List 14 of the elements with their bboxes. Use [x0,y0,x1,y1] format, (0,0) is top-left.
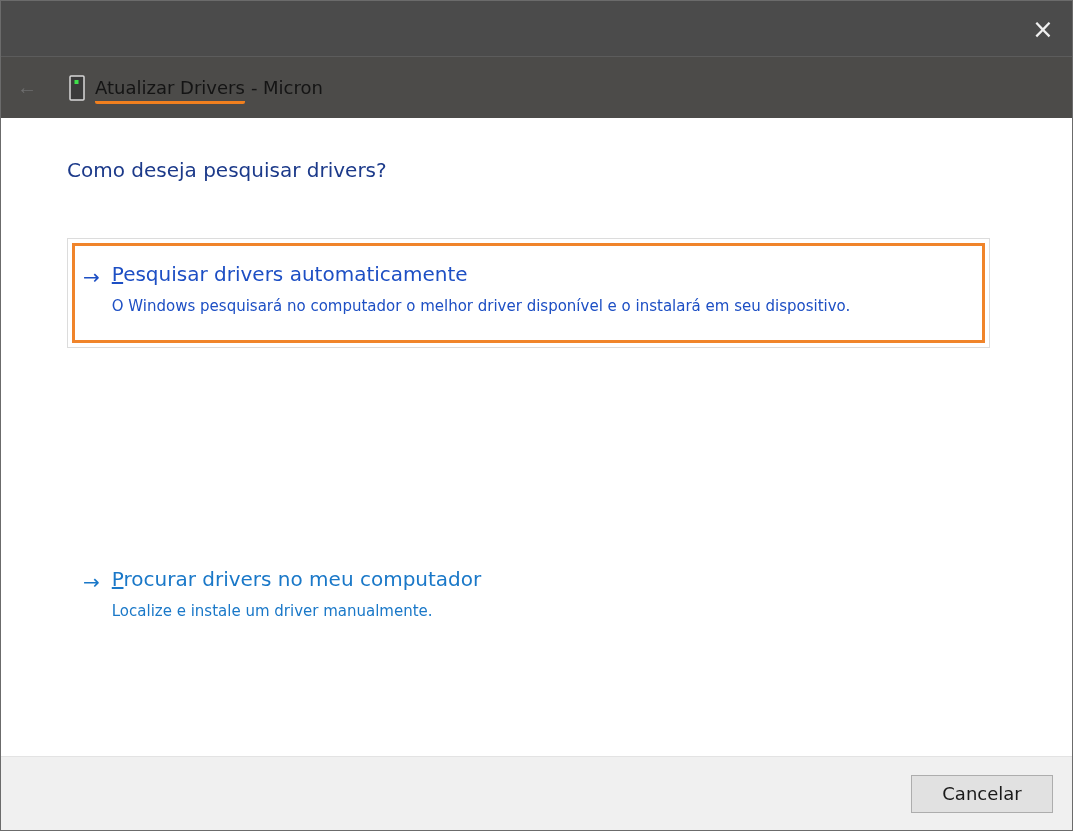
option-title: Procurar drivers no meu computador [111,567,482,591]
option-description: Localize e instale um driver manualmente. [111,601,434,622]
option-title: Pesquisar drivers automaticamente [111,262,469,286]
device-name: - Micron [250,77,323,98]
window-title: Atualizar Drivers [95,77,245,104]
search-option[interactable]: → Pesquisar drivers automaticamente O Windows pesquisará no computador o melhor driver disponível e o instalará em seu dispositivo. [72,243,985,343]
arrow-icon: → [83,567,100,625]
arrow-icon: → [83,262,100,320]
close-button[interactable]: × [1014,1,1072,56]
cancel-button[interactable]: Cancelar [911,774,1053,813]
option-description: O Windows pesquisará no computador o melhor driver disponível e o instalará em seu dispositivo. [111,296,851,317]
page-heading: Como deseja pesquisar drivers? [67,158,388,182]
search-option[interactable]: → Procurar drivers no meu computador Localize e instale um driver manualmente. [72,548,985,648]
device-icon [69,74,85,101]
